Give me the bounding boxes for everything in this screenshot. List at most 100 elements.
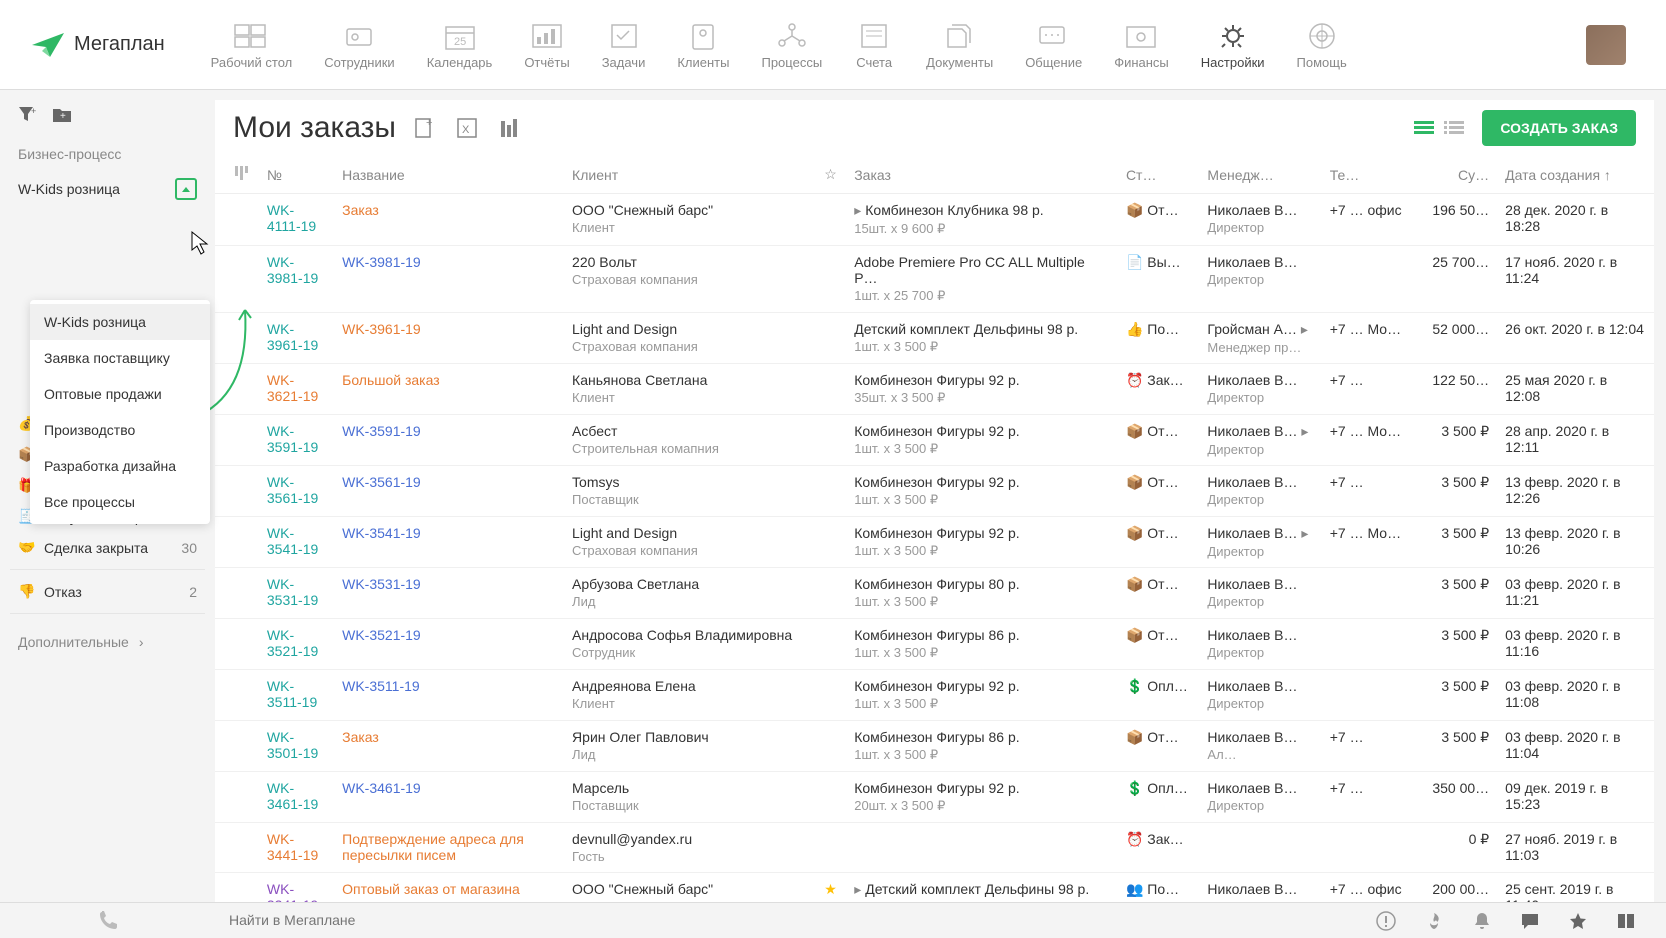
bell-icon[interactable]: [1472, 911, 1492, 931]
filter-add-icon[interactable]: +: [18, 106, 38, 124]
dropdown-item[interactable]: Разработка дизайна: [30, 448, 210, 484]
manager-cell[interactable]: Николаев В…Директор: [1199, 619, 1321, 670]
phone-icon[interactable]: [97, 910, 119, 932]
table-row[interactable]: WK-3961-19 WK-3961-19 Light and DesignСт…: [215, 313, 1654, 364]
view-list-icon[interactable]: [1444, 120, 1464, 136]
nav-Общение[interactable]: Общение: [1009, 11, 1098, 78]
table-row[interactable]: WK-3441-19 Подтверждение адреса для пере…: [215, 823, 1654, 873]
order-name[interactable]: WK-3511-19: [334, 670, 564, 721]
dropdown-item[interactable]: Все процессы: [30, 484, 210, 520]
nav-Помощь[interactable]: Помощь: [1281, 11, 1363, 78]
dropdown-item[interactable]: W-Kids розница: [30, 304, 210, 340]
table-row[interactable]: WK-3511-19 WK-3511-19 Андреянова ЕленаКл…: [215, 670, 1654, 721]
order-name[interactable]: WK-3561-19: [334, 466, 564, 517]
star-cell[interactable]: [815, 670, 846, 721]
order-name[interactable]: Заказ: [334, 721, 564, 772]
book-icon[interactable]: [1616, 911, 1636, 931]
order-number[interactable]: WK-3961-19: [259, 313, 334, 364]
client-name[interactable]: Light and DesignСтраховая компания: [564, 313, 815, 364]
th-manager[interactable]: Менедж…: [1199, 156, 1321, 194]
star-cell[interactable]: [815, 466, 846, 517]
star-cell[interactable]: [815, 772, 846, 823]
order-name[interactable]: WK-3461-19: [334, 772, 564, 823]
table-row[interactable]: WK-3521-19 WK-3521-19 Андросова Софья Вл…: [215, 619, 1654, 670]
nav-Отчёты[interactable]: Отчёты: [508, 11, 585, 78]
logo[interactable]: Мегаплан: [0, 31, 195, 59]
column-config-icon[interactable]: [215, 156, 259, 194]
manager-cell[interactable]: Николаев В…Директор: [1199, 466, 1321, 517]
table-row[interactable]: WK-3241-19 Оптовый заказ от магазина оде…: [215, 873, 1654, 903]
client-name[interactable]: devnull@yandex.ruГость: [564, 823, 815, 873]
nav-Счета[interactable]: Счета: [838, 11, 910, 78]
th-name[interactable]: Название: [334, 156, 564, 194]
th-order[interactable]: Заказ: [846, 156, 1118, 194]
client-name[interactable]: Андросова Софья ВладимировнаСотрудник: [564, 619, 815, 670]
order-name[interactable]: WK-3981-19: [334, 246, 564, 313]
client-name[interactable]: Арбузова СветланаЛид: [564, 568, 815, 619]
nav-Календарь[interactable]: 25Календарь: [411, 11, 509, 78]
manager-cell[interactable]: Николаев В…Директор: [1199, 364, 1321, 415]
create-order-button[interactable]: СОЗДАТЬ ЗАКАЗ: [1482, 110, 1636, 146]
state-item[interactable]: 🤝Сделка закрыта30: [10, 532, 205, 563]
th-date[interactable]: Дата создания ↑: [1497, 156, 1654, 194]
client-name[interactable]: TomsysПоставщик: [564, 466, 815, 517]
dropdown-item[interactable]: Производство: [30, 412, 210, 448]
order-number[interactable]: WK-3531-19: [259, 568, 334, 619]
order-name[interactable]: WK-3541-19: [334, 517, 564, 568]
order-number[interactable]: WK-3521-19: [259, 619, 334, 670]
client-name[interactable]: Каньянова СветланаКлиент: [564, 364, 815, 415]
table-row[interactable]: WK-3561-19 WK-3561-19 TomsysПоставщик Ко…: [215, 466, 1654, 517]
order-number[interactable]: WK-3241-19: [259, 873, 334, 903]
nav-Процессы[interactable]: Процессы: [745, 11, 838, 78]
order-number[interactable]: WK-3561-19: [259, 466, 334, 517]
star-cell[interactable]: [815, 415, 846, 466]
order-number[interactable]: WK-3541-19: [259, 517, 334, 568]
nav-Клиенты[interactable]: Клиенты: [661, 11, 745, 78]
star-cell[interactable]: [815, 721, 846, 772]
alert-icon[interactable]: [1376, 911, 1396, 931]
order-number[interactable]: WK-3461-19: [259, 772, 334, 823]
star-cell[interactable]: [815, 568, 846, 619]
table-row[interactable]: WK-3621-19 Большой заказ Каньянова Светл…: [215, 364, 1654, 415]
star-cell[interactable]: [815, 517, 846, 568]
order-number[interactable]: WK-3621-19: [259, 364, 334, 415]
table-row[interactable]: WK-3981-19 WK-3981-19 220 ВольтСтраховая…: [215, 246, 1654, 313]
order-name[interactable]: Заказ: [334, 194, 564, 246]
order-name[interactable]: WK-3521-19: [334, 619, 564, 670]
order-name[interactable]: WK-3591-19: [334, 415, 564, 466]
table-row[interactable]: WK-4111-19 Заказ ООО "Снежный барс"Клиен…: [215, 194, 1654, 246]
process-select[interactable]: W-Kids розница: [10, 170, 205, 208]
table-row[interactable]: WK-3591-19 WK-3591-19 АсбестСтроительная…: [215, 415, 1654, 466]
table-row[interactable]: WK-3461-19 WK-3461-19 МарсельПоставщик К…: [215, 772, 1654, 823]
order-number[interactable]: WK-3501-19: [259, 721, 334, 772]
manager-cell[interactable]: Гройсман А… ▸Менеджер пр…: [1199, 313, 1321, 364]
columns-icon[interactable]: [498, 117, 520, 139]
client-name[interactable]: 220 ВольтСтраховая компания: [564, 246, 815, 313]
star-icon[interactable]: [1568, 911, 1588, 931]
order-name[interactable]: WK-3961-19: [334, 313, 564, 364]
th-star[interactable]: ☆: [815, 156, 846, 194]
star-cell[interactable]: [815, 313, 846, 364]
process-toggle[interactable]: [175, 178, 197, 200]
star-cell[interactable]: [815, 194, 846, 246]
nav-Настройки[interactable]: Настройки: [1185, 11, 1281, 78]
nav-Рабочий стол[interactable]: Рабочий стол: [195, 11, 309, 78]
nav-Сотрудники[interactable]: Сотрудники: [308, 11, 410, 78]
dropdown-item[interactable]: Оптовые продажи: [30, 376, 210, 412]
manager-cell[interactable]: Николаев В…Директор: [1199, 568, 1321, 619]
star-cell[interactable]: [815, 619, 846, 670]
th-phone[interactable]: Те…: [1322, 156, 1414, 194]
th-client[interactable]: Клиент: [564, 156, 815, 194]
manager-cell[interactable]: Николаев В…Директор: [1199, 873, 1321, 903]
manager-cell[interactable]: Николаев В…Ал…: [1199, 721, 1321, 772]
add-order-icon[interactable]: +: [414, 117, 436, 139]
client-name[interactable]: АсбестСтроительная комапния: [564, 415, 815, 466]
chat-icon[interactable]: [1520, 911, 1540, 931]
manager-cell[interactable]: [1199, 823, 1321, 873]
client-name[interactable]: Ярин Олег ПавловичЛид: [564, 721, 815, 772]
avatar[interactable]: [1586, 25, 1626, 65]
order-number[interactable]: WK-3981-19: [259, 246, 334, 313]
manager-cell[interactable]: Николаев В… ▸Директор: [1199, 517, 1321, 568]
manager-cell[interactable]: Николаев В…Директор: [1199, 670, 1321, 721]
nav-Задачи[interactable]: Задачи: [586, 11, 662, 78]
